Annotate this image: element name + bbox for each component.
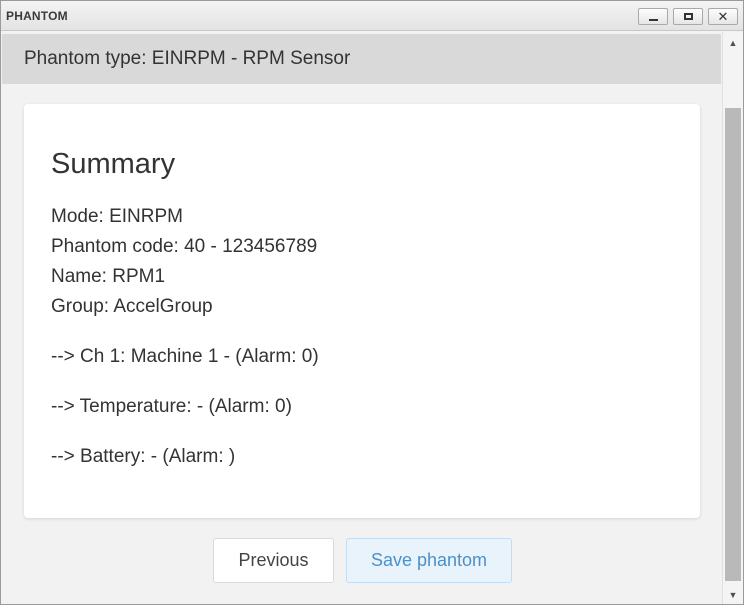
- scroll-up-arrow-icon[interactable]: ▲: [723, 34, 743, 52]
- minimize-button[interactable]: [638, 8, 668, 25]
- maximize-icon: [683, 13, 693, 20]
- summary-channel: --> Ch 1: Machine 1 - (Alarm: 0): [51, 346, 319, 367]
- close-button[interactable]: ✕: [708, 8, 738, 25]
- summary-mode: Mode: EINRPM: [51, 206, 183, 227]
- phantom-type-header: Phantom type: EINRPM - RPM Sensor: [2, 34, 721, 84]
- window-title: PHANTOM: [6, 9, 68, 23]
- summary-card: Summary Mode: EINRPM Phantom code: 40 - …: [24, 104, 700, 518]
- summary-group: Group: AccelGroup: [51, 296, 213, 317]
- scroll-thumb[interactable]: [725, 108, 741, 581]
- scroll-down-arrow-icon[interactable]: ▼: [723, 586, 743, 604]
- vertical-scrollbar[interactable]: ▲ ▼: [722, 32, 743, 604]
- close-icon: ✕: [717, 9, 729, 24]
- dialog-content: Phantom type: EINRPM - RPM Sensor Summar…: [2, 32, 722, 604]
- summary-title: Summary: [51, 148, 176, 180]
- save-phantom-button[interactable]: Save phantom: [346, 538, 512, 583]
- minimize-icon: [648, 18, 658, 21]
- summary-temperature: --> Temperature: - (Alarm: 0): [51, 396, 292, 417]
- previous-button[interactable]: Previous: [213, 538, 334, 583]
- summary-name: Name: RPM1: [51, 266, 166, 287]
- summary-battery: --> Battery: - (Alarm: ): [51, 446, 236, 467]
- phantom-window: PHANTOM ✕ Phantom type: EINRPM - RPM Sen…: [0, 0, 744, 605]
- title-bar[interactable]: PHANTOM ✕: [1, 1, 743, 31]
- summary-phantom-code: Phantom code: 40 - 123456789: [51, 236, 318, 257]
- maximize-button[interactable]: [673, 8, 703, 25]
